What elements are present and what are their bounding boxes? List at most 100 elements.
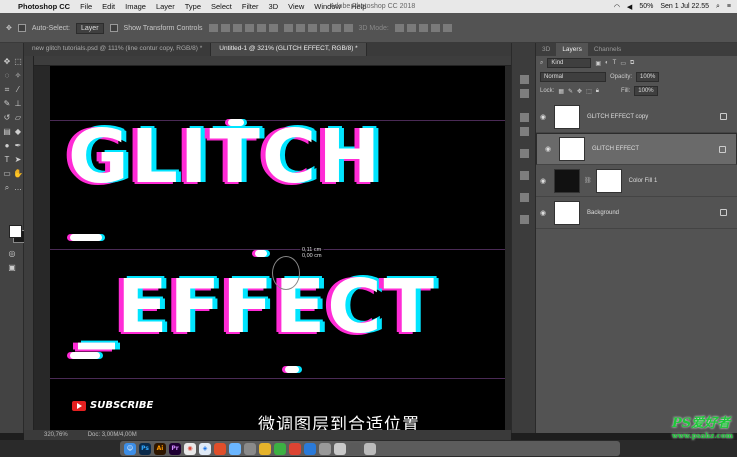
paragraph-panel-icon[interactable]	[520, 193, 529, 202]
app-icon[interactable]	[289, 442, 301, 455]
menu-list-icon[interactable]: ≡	[727, 3, 731, 10]
quick-mask-icon[interactable]: ◎	[7, 249, 17, 259]
eyedropper-icon[interactable]: ⁄	[13, 85, 23, 95]
lock-move-icon[interactable]: ✥	[577, 88, 582, 95]
mode-3d-icons[interactable]	[394, 24, 452, 32]
auto-select-checkbox[interactable]	[17, 24, 26, 32]
libraries-panel-icon[interactable]	[520, 215, 529, 224]
glitch-text-line-1[interactable]: GLITCH	[68, 112, 382, 202]
photoshop-icon[interactable]: Ps	[139, 442, 151, 455]
distribute-icons[interactable]	[283, 24, 353, 32]
type-icon[interactable]: T	[2, 155, 12, 165]
hand-icon[interactable]: ✋	[13, 169, 23, 179]
app-icon[interactable]	[304, 442, 316, 455]
visibility-eye-icon[interactable]: ◉	[541, 145, 555, 153]
more-tools-icon[interactable]: …	[13, 183, 23, 193]
premiere-icon[interactable]: Pr	[169, 442, 181, 455]
blend-mode-dropdown[interactable]: Normal	[540, 72, 606, 82]
show-transform-checkbox[interactable]	[109, 24, 118, 32]
character-panel-icon[interactable]	[520, 171, 529, 180]
adjustments-panel-icon[interactable]	[520, 113, 529, 122]
layer-background[interactable]: ◉ Background	[536, 197, 737, 229]
styles-panel-icon[interactable]	[520, 127, 529, 136]
tab-channels[interactable]: Channels	[588, 43, 627, 56]
tab-glitch-tutorials[interactable]: new glitch tutorials.psd @ 111% (line co…	[24, 43, 212, 56]
filter-type-icon[interactable]: T	[613, 60, 617, 66]
menu-filter[interactable]: Filter	[242, 2, 259, 11]
move-icon[interactable]: ✥	[2, 57, 12, 67]
lock-all-icon[interactable]: 🔒︎	[596, 88, 599, 95]
history-brush-icon[interactable]: ↺	[2, 113, 12, 123]
search-icon[interactable]: ⌕	[716, 3, 720, 11]
trash-icon[interactable]	[364, 442, 376, 455]
safari-icon[interactable]: ◈	[199, 442, 211, 455]
tab-untitled-1[interactable]: Untitled-1 @ 321% (GLITCH EFFECT, RGB/8)…	[211, 43, 367, 56]
filter-adjust-icon[interactable]: ◐	[605, 60, 609, 66]
menu-image[interactable]: Image	[125, 2, 146, 11]
app-icon[interactable]	[229, 442, 241, 455]
crop-icon[interactable]: ⌗	[2, 85, 12, 95]
brush-icon[interactable]: ✎	[2, 99, 12, 109]
volume-icon[interactable]: ◀	[627, 3, 632, 11]
app-icon[interactable]	[214, 442, 226, 455]
menu-layer[interactable]: Layer	[156, 2, 175, 11]
glitch-text-line-2[interactable]: _EFFECT	[78, 262, 436, 352]
visibility-eye-icon[interactable]: ◉	[536, 209, 550, 217]
document-canvas[interactable]: GLITCH _EFFECT 0,11 cm 0,00 cm SUBSCRIBE	[50, 66, 505, 430]
move-tool-icon[interactable]: ✥	[6, 24, 12, 32]
foreground-color-swatch[interactable]	[9, 225, 22, 238]
app-icon[interactable]	[319, 442, 331, 455]
wifi-icon[interactable]: ◠	[614, 3, 620, 11]
visibility-eye-icon[interactable]: ◉	[536, 177, 550, 185]
vertical-ruler[interactable]	[24, 56, 34, 430]
blur-icon[interactable]: ◆	[13, 127, 23, 137]
menu-type[interactable]: Type	[185, 2, 201, 11]
app-menu[interactable]: Photoshop CC	[18, 2, 70, 11]
tab-layers[interactable]: Layers	[556, 43, 588, 56]
tab-3d[interactable]: 3D	[536, 43, 556, 56]
auto-select-dropdown[interactable]: Layer	[76, 22, 104, 34]
menu-file[interactable]: File	[80, 2, 92, 11]
stamp-icon[interactable]: ⊥	[13, 99, 23, 109]
eraser-icon[interactable]: ▱	[13, 113, 23, 123]
properties-panel-icon[interactable]	[520, 89, 529, 98]
visibility-eye-icon[interactable]: ◉	[536, 113, 550, 121]
zoom-level[interactable]: 320,76%	[44, 432, 68, 438]
horizontal-ruler[interactable]	[34, 56, 511, 66]
screen-mode-icon[interactable]: ▣	[7, 263, 17, 273]
path-select-icon[interactable]: ➤	[13, 155, 23, 165]
opacity-field[interactable]: 100%	[636, 72, 660, 82]
app-icon[interactable]	[244, 442, 256, 455]
pen-icon[interactable]: ✒	[13, 141, 23, 151]
lasso-icon[interactable]: ◌	[2, 71, 12, 81]
app-icon[interactable]	[349, 442, 361, 455]
app-icon[interactable]	[274, 442, 286, 455]
history-panel-icon[interactable]	[520, 75, 529, 84]
fill-field[interactable]: 100%	[634, 86, 658, 96]
gradient-icon[interactable]: ▤	[2, 127, 12, 137]
menu-view[interactable]: View	[288, 2, 304, 11]
layer-glitch-effect-copy[interactable]: ◉ GLITCH EFFECT copy	[536, 101, 737, 133]
illustrator-icon[interactable]: Ai	[154, 442, 166, 455]
lock-pixels-icon[interactable]: ▦	[558, 88, 564, 95]
dodge-icon[interactable]: ●	[2, 141, 12, 151]
brushes-panel-icon[interactable]	[520, 149, 529, 158]
filter-smart-icon[interactable]: ⧉	[630, 60, 634, 67]
zoom-icon[interactable]: ⌕	[2, 183, 12, 193]
align-icons[interactable]	[208, 24, 278, 32]
app-icon[interactable]	[259, 442, 271, 455]
lock-artboard-icon[interactable]: ⬚	[586, 88, 592, 95]
doc-size[interactable]: Doc: 3,00M/4,00M	[88, 432, 137, 438]
filter-shape-icon[interactable]: ▭	[620, 60, 626, 67]
menu-edit[interactable]: Edit	[102, 2, 115, 11]
finder-icon[interactable]: ☺	[124, 442, 136, 455]
menu-3d[interactable]: 3D	[269, 2, 279, 11]
marquee-icon[interactable]: ⬚	[13, 57, 23, 67]
layer-glitch-effect[interactable]: ◉ GLITCH EFFECT	[536, 133, 737, 165]
lock-paint-icon[interactable]: ✎	[568, 88, 573, 95]
magic-wand-icon[interactable]: ✧	[13, 71, 23, 81]
filter-pixel-icon[interactable]: ▣	[595, 60, 601, 67]
chrome-icon[interactable]: ◉	[184, 442, 196, 455]
clock[interactable]: Sen 1 Jul 22.55	[660, 3, 709, 10]
kind-filter-dropdown[interactable]: Kind	[547, 58, 592, 68]
